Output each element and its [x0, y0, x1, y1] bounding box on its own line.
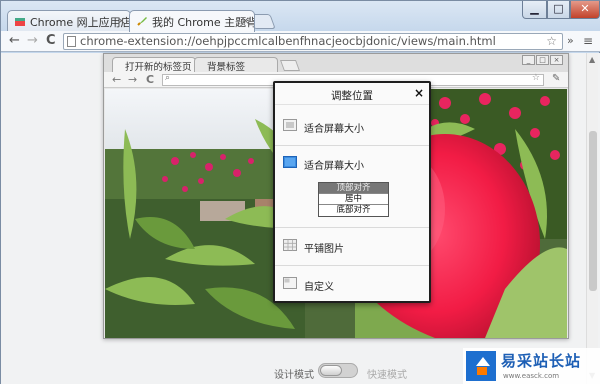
watermark-url: www.easck.com — [503, 372, 560, 380]
dialog-header: 调整位置 × — [275, 83, 429, 105]
position-dialog: 调整位置 × 适合屏幕大小 适合屏幕大小 顶部对齐 居中 底部对齐 平铺图片 自… — [273, 81, 431, 303]
preview-back-icon: ← — [112, 73, 122, 86]
close-window-button[interactable]: ✕ — [570, 1, 600, 19]
toggle-knob[interactable] — [320, 365, 342, 376]
bookmark-star-icon[interactable]: ☆ — [546, 34, 557, 49]
option-fit-screen-2[interactable]: 适合屏幕大小 — [275, 156, 429, 174]
dialog-close-icon[interactable]: × — [414, 86, 424, 100]
option-label: 自定义 — [304, 282, 334, 293]
align-bottom-option[interactable]: 底部对齐 — [319, 205, 388, 216]
design-mode-label: 设计模式 — [274, 370, 314, 381]
preview-tab-newtab[interactable]: 打开新的标签页 — [112, 57, 196, 73]
tile-icon — [283, 239, 297, 251]
tab-webstore[interactable]: Chrome 网上应用店 - 我 × — [7, 10, 131, 31]
align-center-option[interactable]: 居中 — [319, 194, 388, 205]
tab-my-theme[interactable]: 我的 Chrome 主题背景 × — [129, 10, 255, 32]
preview-maximize-icon: □ — [536, 55, 549, 65]
preview-close-icon: × — [550, 55, 563, 65]
quick-mode-label: 快速模式 — [367, 370, 407, 381]
option-label: 适合屏幕大小 — [304, 124, 364, 135]
vertical-scrollbar[interactable]: ▲ ▼ — [586, 53, 598, 384]
preview-tab-background[interactable]: 背景标签 — [194, 57, 278, 73]
scroll-up-icon[interactable]: ▲ — [589, 55, 595, 64]
back-button[interactable]: ← — [9, 34, 20, 48]
divider — [275, 265, 429, 266]
tab-strip: Chrome 网上应用店 - 我 × 我的 Chrome 主题背景 × ▁ □ … — [1, 1, 600, 32]
page-icon — [67, 36, 76, 47]
fit-screen-icon — [283, 119, 297, 131]
webstore-icon — [15, 18, 25, 26]
forward-button[interactable]: → — [27, 34, 38, 48]
tab-close-icon[interactable]: × — [241, 14, 250, 27]
watermark-logo-icon — [466, 351, 496, 381]
tab-title: 我的 Chrome 主题背景 — [152, 16, 254, 29]
divider — [275, 227, 429, 228]
preview-reload-icon: C — [146, 73, 155, 86]
option-fit-screen-1[interactable]: 适合屏幕大小 — [275, 119, 429, 137]
browser-toolbar: ← → C chrome-extension://oehpjpccmlcalbe… — [1, 31, 600, 52]
option-label: 适合屏幕大小 — [304, 161, 364, 172]
option-label: 平铺图片 — [304, 244, 344, 255]
watermark-title: 易采站长站 — [501, 352, 582, 370]
mode-toggle[interactable] — [318, 363, 358, 378]
option-tile[interactable]: 平铺图片 — [275, 239, 429, 257]
divider — [275, 145, 429, 146]
preview-minimize-icon: _ — [522, 55, 535, 65]
brush-icon — [137, 17, 147, 26]
preview-search-icon: ⌕ — [165, 73, 171, 83]
menu-icon[interactable]: ≡ — [583, 34, 593, 48]
address-bar[interactable]: chrome-extension://oehpjpccmlcalbenfhnac… — [63, 33, 563, 50]
scrollbar-thumb[interactable] — [589, 131, 597, 291]
preview-star-icon: ☆ — [531, 73, 540, 83]
custom-icon — [283, 277, 297, 289]
address-text: chrome-extension://oehpjpccmlcalbenfhnac… — [80, 34, 496, 48]
reload-button[interactable]: C — [46, 34, 56, 48]
site-watermark: 易采站长站 www.easck.com — [463, 348, 600, 384]
preview-forward-icon: → — [128, 73, 138, 86]
extensions-overflow-button[interactable]: » — [567, 34, 574, 48]
maximize-button[interactable]: □ — [547, 1, 570, 19]
preview-new-tab-button — [279, 60, 301, 71]
tab-close-icon[interactable]: × — [117, 14, 126, 27]
minimize-button[interactable]: ▁ — [522, 1, 547, 19]
preview-tab-strip: 打开新的标签页 背景标签 _ □ × — [104, 54, 568, 73]
align-list: 顶部对齐 居中 底部对齐 — [318, 182, 389, 217]
dialog-title: 调整位置 — [331, 90, 373, 102]
fit-screen-selected-icon — [283, 156, 297, 168]
align-top-option[interactable]: 顶部对齐 — [319, 183, 388, 194]
option-custom[interactable]: 自定义 — [275, 277, 429, 295]
preview-wrench-icon: ✎ — [552, 73, 561, 84]
browser-window: Chrome 网上应用店 - 我 × 我的 Chrome 主题背景 × ▁ □ … — [0, 0, 600, 384]
